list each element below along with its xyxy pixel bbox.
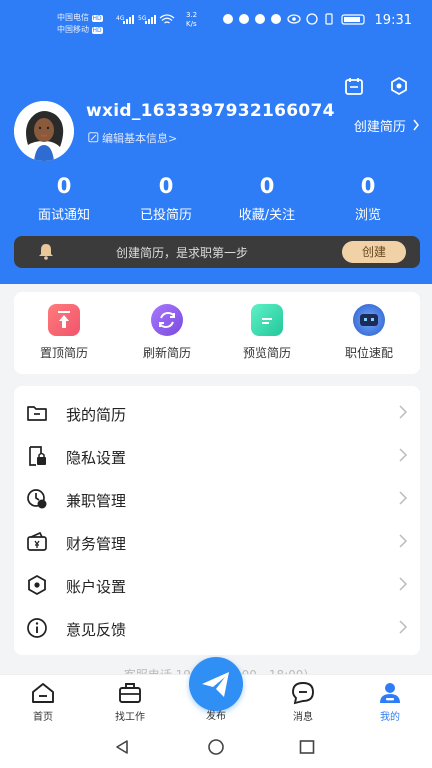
stat-views[interactable]: 0 浏览: [318, 174, 418, 223]
net-speed-unit: K/s: [186, 20, 197, 28]
carrier-2: 中国移动: [57, 25, 89, 34]
menu-item-part-time-management[interactable]: 兼职管理: [14, 476, 420, 519]
home-circle-icon[interactable]: [206, 739, 226, 755]
chevron-right-icon: [399, 491, 408, 505]
menu-item-label: 意见反馈: [66, 621, 127, 639]
carrier-1: 中国电信: [57, 13, 89, 22]
menu-item-privacy-settings[interactable]: 隐私设置: [14, 433, 420, 476]
settings-icon[interactable]: [389, 76, 409, 96]
stat-interview-notices[interactable]: 0 面试通知: [14, 174, 114, 223]
tab-label: 找工作: [115, 712, 145, 723]
person-icon: [380, 683, 400, 703]
tab-messages[interactable]: 消息: [268, 681, 338, 723]
menu-item-feedback[interactable]: 意见反馈: [14, 605, 420, 648]
recent-apps-icon[interactable]: [299, 740, 315, 754]
quick-action-label: 职位速配: [344, 346, 393, 360]
banner-create-button[interactable]: 创建: [342, 241, 406, 263]
stat-value: 0: [259, 174, 275, 198]
stat-label: 已投简历: [139, 208, 192, 223]
hexagon-settings-icon: [28, 574, 46, 596]
edit-profile-label: 编辑基本信息>: [102, 132, 178, 145]
tab-mine[interactable]: 我的: [355, 681, 425, 723]
create-resume-link[interactable]: 创建简历: [354, 116, 420, 135]
preview-icon: [251, 304, 283, 336]
clock-coin-icon: [27, 489, 47, 509]
net-speed: 3.2 K/s: [186, 11, 197, 29]
menu-item-label: 兼职管理: [66, 492, 127, 510]
stat-value: 0: [56, 174, 72, 198]
back-icon[interactable]: [114, 739, 130, 755]
menu-item-label: 财务管理: [66, 535, 127, 553]
chevron-right-icon: [399, 534, 408, 548]
quick-action-label: 刷新简历: [142, 346, 191, 360]
net-speed-value: 3.2: [186, 11, 198, 19]
info-icon: [27, 618, 47, 638]
menu-item-label: 账户设置: [66, 578, 127, 596]
settings-menu-card: 我的简历 隐私设置 兼职管理 财务管理 账户设置 意见反馈: [14, 386, 420, 655]
briefcase-icon: [119, 683, 141, 703]
network-label-2: 5G: [138, 15, 147, 22]
publish-button[interactable]: [189, 657, 243, 711]
create-resume-label: 创建简历: [353, 120, 406, 135]
message-icon: [292, 682, 314, 705]
quick-action-label: 置顶简历: [39, 346, 88, 360]
username: wxid_1633397932166074: [86, 101, 335, 121]
tab-label: 消息: [293, 712, 313, 723]
bell-icon: [39, 244, 53, 260]
stat-favorites-follows[interactable]: 0 收藏/关注: [217, 174, 317, 223]
stat-value: 0: [158, 174, 174, 198]
status-bar: 中国电信 HD 中国移动 HD 4G 5G 3.2 K/s 19:31: [0, 0, 432, 40]
tab-find-job[interactable]: 找工作: [95, 681, 165, 723]
stat-label: 面试通知: [37, 208, 90, 223]
tab-label: 首页: [33, 712, 53, 723]
menu-item-my-resume[interactable]: 我的简历: [14, 390, 420, 433]
stat-label: 浏览: [354, 208, 381, 223]
avatar-illustration-icon: [14, 101, 74, 161]
stat-label: 收藏/关注: [238, 208, 296, 223]
chevron-right-icon: [399, 620, 408, 634]
edit-profile-link[interactable]: 编辑基本信息>: [88, 130, 177, 146]
quick-action-preview-resume[interactable]: 预览简历: [227, 304, 307, 361]
chevron-right-icon: [399, 448, 408, 462]
hd-badge-2: HD: [91, 27, 103, 34]
menu-item-account-settings[interactable]: 账户设置: [14, 562, 420, 605]
menu-item-label: 我的简历: [66, 406, 127, 424]
avatar[interactable]: [14, 101, 74, 161]
menu-item-label: 隐私设置: [66, 449, 127, 467]
stat-value: 0: [360, 174, 376, 198]
system-navigation-bar: [0, 726, 432, 768]
carrier-info: 中国电信 HD 中国移动 HD: [57, 12, 103, 36]
stat-applied-resumes[interactable]: 0 已投简历: [116, 174, 216, 223]
create-resume-banner: 创建简历，是求职第一步 创建: [14, 236, 420, 268]
robot-icon: [353, 304, 385, 336]
status-icons: [223, 13, 365, 25]
quick-action-pin-resume[interactable]: 置顶简历: [24, 304, 104, 361]
wallet-icon: [27, 531, 47, 551]
network-label-1: 4G: [116, 15, 125, 22]
quick-action-label: 预览简历: [242, 346, 291, 360]
hd-badge-1: HD: [91, 15, 103, 22]
chevron-right-icon: [413, 119, 419, 131]
banner-text: 创建简历，是求职第一步: [116, 246, 249, 260]
menu-item-finance-management[interactable]: 财务管理: [14, 519, 420, 562]
folder-icon: [27, 406, 47, 421]
edit-icon: [88, 132, 99, 143]
chevron-right-icon: [399, 577, 408, 591]
signal-icon: 4G 5G: [116, 14, 175, 24]
quick-actions-card: 置顶简历 刷新简历 预览简历 职位速配: [14, 292, 420, 374]
pin-top-icon: [48, 304, 80, 336]
privacy-lock-icon: [29, 446, 46, 466]
refresh-icon: [151, 304, 183, 336]
tab-home[interactable]: 首页: [8, 681, 78, 723]
clock-time: 19:31: [374, 13, 412, 28]
quick-action-refresh-resume[interactable]: 刷新简历: [127, 304, 207, 361]
calendar-sign-icon[interactable]: [344, 76, 364, 96]
home-icon: [32, 683, 54, 703]
send-icon: [202, 672, 229, 697]
tab-label: 我的: [380, 712, 400, 723]
chevron-right-icon: [399, 405, 408, 419]
publish-label: 发布: [206, 711, 226, 722]
quick-action-job-match[interactable]: 职位速配: [329, 304, 409, 361]
profile-header: 中国电信 HD 中国移动 HD 4G 5G 3.2 K/s 19:31 wxid…: [0, 0, 432, 284]
